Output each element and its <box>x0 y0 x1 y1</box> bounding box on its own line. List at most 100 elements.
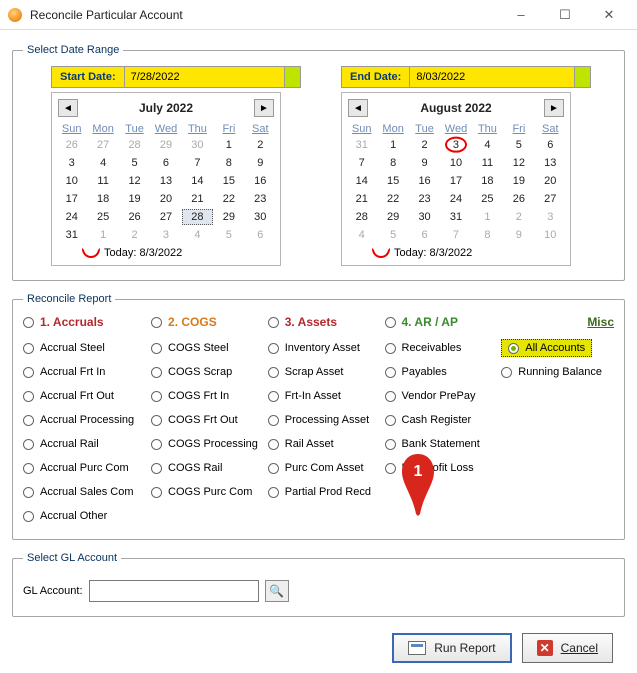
radio-button[interactable] <box>23 511 34 522</box>
end-calendar-day[interactable]: 31 <box>346 137 377 153</box>
report-option[interactable]: Purc Com Asset <box>268 459 381 477</box>
start-calendar-day[interactable]: 28 <box>119 137 150 153</box>
start-calendar-day[interactable]: 1 <box>213 137 244 153</box>
report-option[interactable]: Running Balance <box>501 363 614 381</box>
start-calendar-day[interactable]: 2 <box>245 137 276 153</box>
report-option[interactable]: Frt-In Asset <box>268 387 381 405</box>
start-calendar-day[interactable]: 26 <box>56 137 87 153</box>
start-calendar-day[interactable]: 27 <box>150 209 181 225</box>
end-calendar-day[interactable]: 19 <box>503 173 534 189</box>
radio-button[interactable] <box>151 415 162 426</box>
report-option[interactable]: Rail Asset <box>268 435 381 453</box>
end-calendar-day[interactable]: 5 <box>503 137 534 153</box>
end-calendar-day[interactable]: 23 <box>409 191 440 207</box>
end-calendar-day[interactable]: 31 <box>440 209 471 225</box>
radio-button[interactable] <box>268 367 279 378</box>
start-calendar-day[interactable]: 7 <box>182 155 213 171</box>
report-option[interactable]: Scrap Asset <box>268 363 381 381</box>
report-option[interactable]: Vendor PrePay <box>385 387 498 405</box>
radio-button[interactable] <box>23 487 34 498</box>
start-cal-prev-button[interactable]: ◄ <box>58 99 78 117</box>
end-calendar-day[interactable]: 1 <box>377 137 408 153</box>
radio-button[interactable] <box>23 343 34 354</box>
close-button[interactable]: ✕ <box>587 1 631 29</box>
start-calendar-day[interactable]: 29 <box>213 209 244 225</box>
start-calendar-day[interactable]: 10 <box>56 173 87 189</box>
end-calendar-day[interactable]: 3 <box>535 209 566 225</box>
end-calendar-day[interactable]: 13 <box>535 155 566 171</box>
report-option[interactable]: COGS Frt In <box>151 387 264 405</box>
radio-button[interactable] <box>151 439 162 450</box>
gl-account-input[interactable] <box>89 580 259 602</box>
report-option[interactable]: Receivables <box>385 339 498 357</box>
start-calendar-day[interactable]: 4 <box>87 155 118 171</box>
end-calendar-day[interactable]: 17 <box>440 173 471 189</box>
report-option[interactable]: Accrual Frt In <box>23 363 147 381</box>
radio-button[interactable] <box>151 343 162 354</box>
end-cal-today-text[interactable]: Today: 8/3/2022 <box>394 247 472 259</box>
misc-link[interactable]: Misc <box>587 315 614 329</box>
end-calendar-day[interactable]: 2 <box>409 137 440 153</box>
report-option[interactable]: Bank Statement <box>385 435 498 453</box>
end-calendar-day[interactable]: 29 <box>377 209 408 225</box>
end-date-value[interactable]: 8/03/2022 <box>410 66 575 88</box>
end-calendar-day[interactable]: 4 <box>472 137 503 153</box>
radio-button[interactable] <box>151 317 162 328</box>
end-calendar-day[interactable]: 15 <box>377 173 408 189</box>
start-calendar-day[interactable]: 14 <box>182 173 213 189</box>
start-cal-next-button[interactable]: ► <box>254 99 274 117</box>
end-calendar-day[interactable]: 8 <box>377 155 408 171</box>
start-calendar-day[interactable]: 1 <box>87 227 118 243</box>
start-calendar-day[interactable]: 18 <box>87 191 118 207</box>
start-calendar-day[interactable]: 12 <box>119 173 150 189</box>
report-option[interactable]: Payables <box>385 363 498 381</box>
start-calendar-day[interactable]: 3 <box>56 155 87 171</box>
report-option[interactable]: Accrual Purc Com <box>23 459 147 477</box>
start-calendar-day[interactable]: 3 <box>150 227 181 243</box>
end-calendar-day[interactable]: 21 <box>346 191 377 207</box>
radio-button[interactable] <box>268 415 279 426</box>
end-cal-next-button[interactable]: ► <box>544 99 564 117</box>
report-option[interactable]: Accrual Frt Out <box>23 387 147 405</box>
end-cal-prev-button[interactable]: ◄ <box>348 99 368 117</box>
radio-button[interactable] <box>501 367 512 378</box>
start-calendar-day[interactable]: 11 <box>87 173 118 189</box>
end-calendar-day[interactable]: 9 <box>503 227 534 243</box>
start-calendar-day[interactable]: 15 <box>213 173 244 189</box>
radio-button[interactable] <box>268 317 279 328</box>
report-option[interactable]: Processing Asset <box>268 411 381 429</box>
radio-button[interactable] <box>385 463 396 474</box>
end-calendar-day[interactable]: 7 <box>440 227 471 243</box>
end-calendar-day[interactable]: 28 <box>346 209 377 225</box>
radio-button[interactable] <box>508 343 519 354</box>
maximize-button[interactable]: ☐ <box>543 1 587 29</box>
radio-button[interactable] <box>151 463 162 474</box>
radio-button[interactable] <box>151 487 162 498</box>
end-calendar-day[interactable]: 6 <box>535 137 566 153</box>
radio-button[interactable] <box>268 487 279 498</box>
end-calendar-day[interactable]: 22 <box>377 191 408 207</box>
end-calendar-day[interactable]: 14 <box>346 173 377 189</box>
start-calendar-day[interactable]: 6 <box>150 155 181 171</box>
report-option[interactable]: COGS Steel <box>151 339 264 357</box>
radio-button[interactable] <box>23 317 34 328</box>
end-calendar-day[interactable]: 5 <box>377 227 408 243</box>
end-calendar-day[interactable]: 11 <box>472 155 503 171</box>
radio-button[interactable] <box>268 439 279 450</box>
radio-button[interactable] <box>23 463 34 474</box>
end-calendar-day[interactable]: 27 <box>535 191 566 207</box>
minimize-button[interactable]: – <box>499 1 543 29</box>
radio-button[interactable] <box>385 343 396 354</box>
end-calendar-day[interactable]: 8 <box>472 227 503 243</box>
start-calendar-day[interactable]: 17 <box>56 191 87 207</box>
report-option[interactable]: Partial Prod Recd <box>268 483 381 501</box>
end-calendar-day[interactable]: 9 <box>409 155 440 171</box>
report-option[interactable]: Accrual Steel <box>23 339 147 357</box>
end-calendar-day[interactable]: 3 <box>440 137 471 153</box>
end-calendar-day[interactable]: 26 <box>503 191 534 207</box>
start-calendar-day[interactable]: 22 <box>213 191 244 207</box>
start-calendar-day[interactable]: 30 <box>182 137 213 153</box>
start-calendar-day[interactable]: 23 <box>245 191 276 207</box>
end-calendar-day[interactable]: 10 <box>440 155 471 171</box>
start-calendar-day[interactable]: 5 <box>213 227 244 243</box>
